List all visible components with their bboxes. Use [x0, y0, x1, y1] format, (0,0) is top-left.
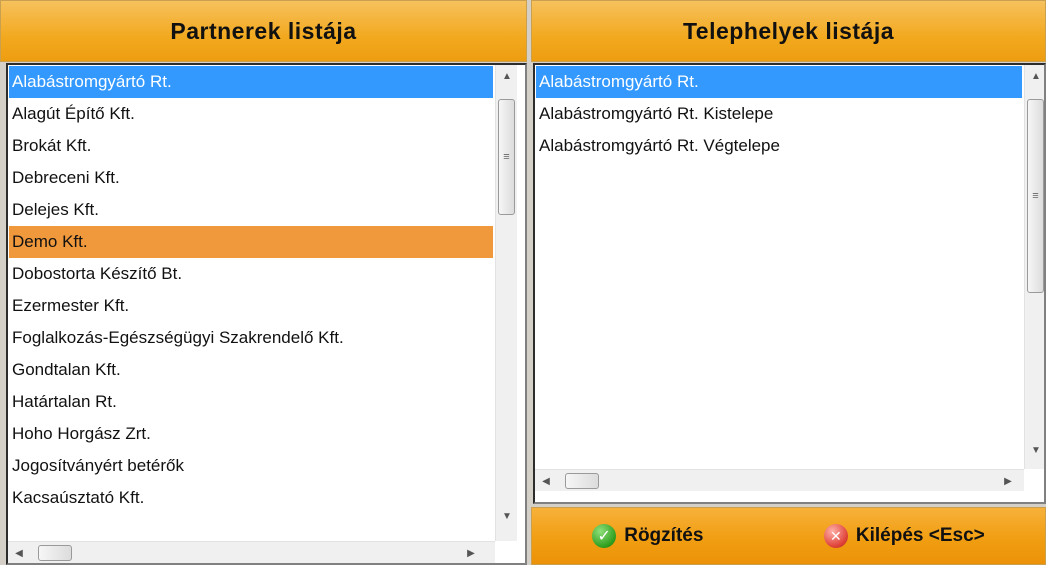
partners-horizontal-scrollbar[interactable]: ◀ ▶: [8, 541, 495, 563]
partners-listbox[interactable]: Alabástromgyártó Rt. Alagút Építő Kft. Bro…: [6, 63, 527, 565]
list-item[interactable]: Ezermester Kft.: [9, 290, 493, 322]
partners-panel: Partnerek listája Alabástromgyártó Rt. Al…: [0, 0, 527, 565]
sites-horizontal-scrollbar[interactable]: ◀ ▶: [535, 469, 1024, 491]
list-item[interactable]: Alabástromgyártó Rt. Kistelepe: [536, 98, 1022, 130]
partners-vertical-scrollbar[interactable]: ▲ ≡ ▼: [495, 65, 517, 541]
check-circle-icon: ✓: [592, 524, 617, 548]
partners-hscroll-thumb[interactable]: [38, 545, 72, 561]
scroll-right-arrow-icon[interactable]: ▶: [997, 470, 1019, 492]
partners-scroll-thumb[interactable]: ≡: [498, 99, 515, 215]
scroll-left-arrow-icon[interactable]: ◀: [535, 470, 557, 492]
list-item[interactable]: Foglalkozás-Egészségügyi Szakrendelő Kft…: [9, 322, 493, 354]
save-button[interactable]: ✓ Rögzítés: [592, 524, 703, 548]
sites-hscroll-thumb[interactable]: [565, 473, 599, 489]
scroll-down-arrow-icon[interactable]: ▼: [1025, 439, 1044, 461]
list-item[interactable]: Alabástromgyártó Rt.: [9, 66, 493, 98]
list-item[interactable]: Alagút Építő Kft.: [9, 98, 493, 130]
list-item[interactable]: Kacsaúsztató Kft.: [9, 482, 493, 514]
sites-scroll-thumb[interactable]: ≡: [1027, 99, 1044, 293]
scroll-down-arrow-icon[interactable]: ▼: [496, 505, 518, 527]
exit-button[interactable]: ✕ Kilépés <Esc>: [823, 524, 985, 548]
action-bar: ✓ Rögzítés ✕ Kilépés <Esc>: [531, 507, 1046, 565]
list-item[interactable]: Jogosítványért betérők: [9, 450, 493, 482]
list-item[interactable]: Brokát Kft.: [9, 130, 493, 162]
list-item[interactable]: Határtalan Rt.: [9, 386, 493, 418]
sites-list-title: Telephelyek listája: [531, 0, 1046, 62]
list-item[interactable]: Alabástromgyártó Rt. Végtelepe: [536, 130, 1022, 162]
list-item[interactable]: Demo Kft.: [9, 226, 493, 258]
sites-items: Alabástromgyártó Rt. Alabástromgyártó Rt.…: [536, 66, 1022, 162]
list-item[interactable]: Hoho Horgász Zrt.: [9, 418, 493, 450]
save-button-label: Rögzítés: [624, 525, 704, 546]
partners-list-title: Partnerek listája: [0, 0, 527, 62]
list-item[interactable]: Dobostorta Készítő Bt.: [9, 258, 493, 290]
list-item[interactable]: Alabástromgyártó Rt.: [536, 66, 1022, 98]
sites-listbox[interactable]: Alabástromgyártó Rt. Alabástromgyártó Rt.…: [533, 63, 1046, 504]
sites-vertical-scrollbar[interactable]: ▲ ≡ ▼: [1024, 65, 1044, 469]
list-item[interactable]: Debreceni Kft.: [9, 162, 493, 194]
scroll-up-arrow-icon[interactable]: ▲: [496, 65, 518, 87]
scroll-up-arrow-icon[interactable]: ▲: [1025, 65, 1044, 87]
list-item[interactable]: Delejes Kft.: [9, 194, 493, 226]
cross-circle-icon: ✕: [823, 524, 848, 548]
list-item[interactable]: Gondtalan Kft.: [9, 354, 493, 386]
exit-button-label: Kilépés <Esc>: [855, 525, 985, 546]
scroll-right-arrow-icon[interactable]: ▶: [460, 542, 482, 563]
scroll-left-arrow-icon[interactable]: ◀: [8, 542, 30, 563]
sites-panel: Telephelyek listája Alabástromgyártó Rt.…: [531, 0, 1046, 565]
partners-items: Alabástromgyártó Rt. Alagút Építő Kft. Bro…: [9, 66, 493, 514]
